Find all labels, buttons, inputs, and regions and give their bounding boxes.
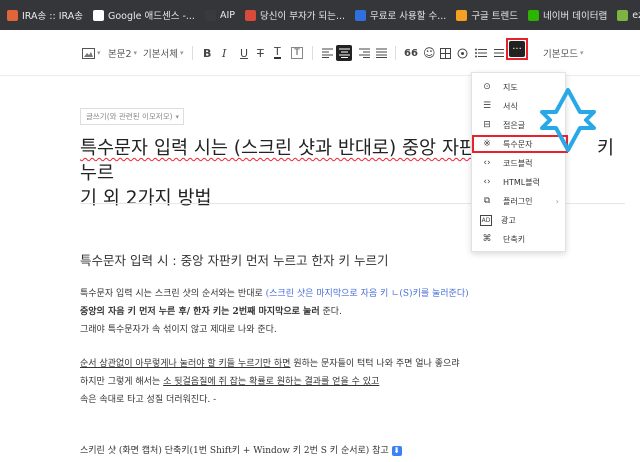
bookmark-label: 네이버 데이터랩: [543, 11, 608, 22]
bookmark-label: ezgif.com free onli...: [632, 9, 640, 21]
align-left-icon[interactable]: [322, 44, 333, 62]
bookmark-label: 당신이 부자가 되는...: [260, 11, 346, 22]
bookmarks-bar: IRA송 :: IRA송 Google 애드센스 -... AIP 당신이 부자가 되…: [0, 0, 640, 30]
fold-icon: ⊟: [483, 120, 491, 130]
bookmark-item[interactable]: 구글 트렌드: [451, 4, 523, 26]
section-heading: 특수문자 입력 시 : 중앙 자판키 먼저 누르고 한자 키 누르기: [80, 253, 389, 268]
table-icon[interactable]: [440, 44, 451, 62]
bookmark-label: IRA송 :: IRA송: [22, 11, 83, 22]
background-color-button[interactable]: T: [291, 47, 303, 59]
bookmark-item[interactable]: 당신이 부자가 되는...: [240, 4, 350, 26]
command-icon: ⌘: [482, 234, 492, 244]
align-right-icon[interactable]: [359, 44, 370, 62]
menu-item-label: 지도: [503, 82, 518, 92]
paragraph-line: 하지만 그렇게 해서는 소 뒷걸음질에 쥐 잡는 확률로 원하는 결과를 얻을 …: [80, 377, 380, 387]
menu-item-label: 접은글: [503, 120, 526, 130]
category-label: 글쓰기(와 관련된 이모저모): [86, 112, 173, 121]
bookmark-label: 무료로 사용할 수...: [370, 11, 447, 22]
paragraph-style-select[interactable]: 본문2 ▾: [108, 44, 137, 62]
b-favicon: [355, 9, 367, 21]
list-icon[interactable]: [475, 44, 487, 62]
italic-button[interactable]: I: [222, 44, 226, 62]
bold-button[interactable]: B: [203, 44, 211, 62]
menu-item-label: 광고: [501, 215, 516, 225]
bookmark-label: Google 애드센스 -...: [107, 11, 195, 22]
editor-mode-select[interactable]: 기본모드 ▾: [543, 44, 583, 62]
trends-favicon: [456, 9, 468, 21]
toolbar-divider: [312, 46, 313, 60]
download-arrow-icon: ⬇: [391, 445, 402, 456]
bookmark-item[interactable]: 무료로 사용할 수...: [350, 4, 451, 26]
menu-item-7[interactable]: ⧉ 플러그인 ›: [472, 192, 565, 210]
more-button-highlight: [506, 38, 528, 60]
bookmark-item[interactable]: Google 애드센스 -...: [88, 4, 200, 26]
paragraph-line: 순서 상관없이 아무렇게나 눌러야 할 키들 누르기만 하면 원하는 문자들이 …: [80, 359, 460, 369]
toolbar-divider: [395, 46, 396, 60]
bookmark-item[interactable]: ezgif.com free onli...: [612, 4, 640, 26]
paragraph-line: 스키린 샷 (화면 캡처) 단축키(1번 Shift키 + Window 키 2…: [80, 445, 402, 456]
image-insert-icon[interactable]: ▾: [82, 44, 101, 62]
quote-icon[interactable]: 66: [404, 44, 418, 62]
bookmark-label: AIP: [219, 9, 235, 21]
html-icon: ‹›: [483, 177, 491, 187]
category-select[interactable]: 글쓰기(와 관련된 이모저모) ▾: [80, 108, 184, 125]
bookmark-item[interactable]: 네이버 데이터랩: [523, 4, 612, 26]
editor-toolbar: ▾ 본문2 ▾ 기본서체 ▾ B I U T T T 66 ☺ 기본모드 ▾: [0, 30, 640, 76]
text-color-button[interactable]: T: [274, 45, 281, 59]
ordered-list-icon[interactable]: [494, 44, 504, 62]
chevron-right-icon: ›: [555, 196, 559, 206]
star-annotation-icon: [540, 88, 596, 152]
menu-item-6[interactable]: ‹› HTML블럭: [472, 173, 565, 191]
plugin-icon: ⧉: [483, 196, 491, 206]
paragraph-line: 중앙의 자음 키 먼저 누른 후/ 한자 키는 2번째 마지막으로 눌러 준다.: [80, 307, 342, 317]
paragraph-line: 특수문자 입력 시는 스크린 샷의 순서와는 반대로 (스크린 샷은 마지막으로…: [80, 289, 469, 299]
template-icon: ☰: [482, 101, 492, 111]
title-text-part1: 특수문자 입력 시는 (스크린 샷과 반대로) 중앙 자판키: [80, 138, 494, 159]
google-favicon: [92, 9, 104, 21]
book-favicon: [245, 9, 256, 21]
strikethrough-button[interactable]: T: [257, 44, 264, 62]
paragraph-line: 그래야 특수문자가 속 섞이지 않고 제대로 나와 준다.: [80, 325, 277, 335]
map-pin-icon: ⊙: [483, 82, 491, 92]
bookmark-label: 구글 트렌드: [471, 11, 519, 22]
menu-item-label: HTML블럭: [503, 177, 540, 187]
bookmark-item[interactable]: AIP: [200, 4, 240, 26]
naver-favicon: [528, 9, 540, 21]
align-justify-icon[interactable]: [376, 44, 387, 62]
menu-item-9[interactable]: ⌘ 단축키: [472, 230, 565, 248]
link-icon[interactable]: [457, 44, 468, 62]
menu-item-label: 단축키: [503, 234, 526, 244]
ad-icon: AD: [480, 214, 492, 226]
menu-item-8[interactable]: AD 광고: [472, 211, 565, 229]
ira-favicon: [7, 9, 18, 21]
aip-favicon: [204, 9, 216, 21]
menu-item-5[interactable]: ‹› 코드블럭: [472, 154, 565, 172]
code-icon: ‹›: [483, 158, 491, 168]
bookmark-item[interactable]: IRA송 :: IRA송: [2, 4, 88, 26]
menu-item-label: 플러그인: [503, 196, 533, 206]
menu-item-label: 코드블럭: [503, 158, 533, 168]
toolbar-divider: [192, 46, 193, 60]
align-center-icon[interactable]: [336, 45, 352, 61]
ezgif-favicon: [617, 9, 629, 21]
emoji-icon[interactable]: ☺: [423, 44, 436, 62]
font-family-select[interactable]: 기본서체 ▾: [143, 44, 183, 62]
title-text-line2: 기 외 2가지 방법: [80, 188, 212, 209]
paragraph-line: 속은 속대로 타고 성질 더러워진다. -: [80, 395, 217, 405]
underline-button[interactable]: U: [240, 44, 248, 62]
menu-item-label: 서식: [503, 101, 518, 111]
